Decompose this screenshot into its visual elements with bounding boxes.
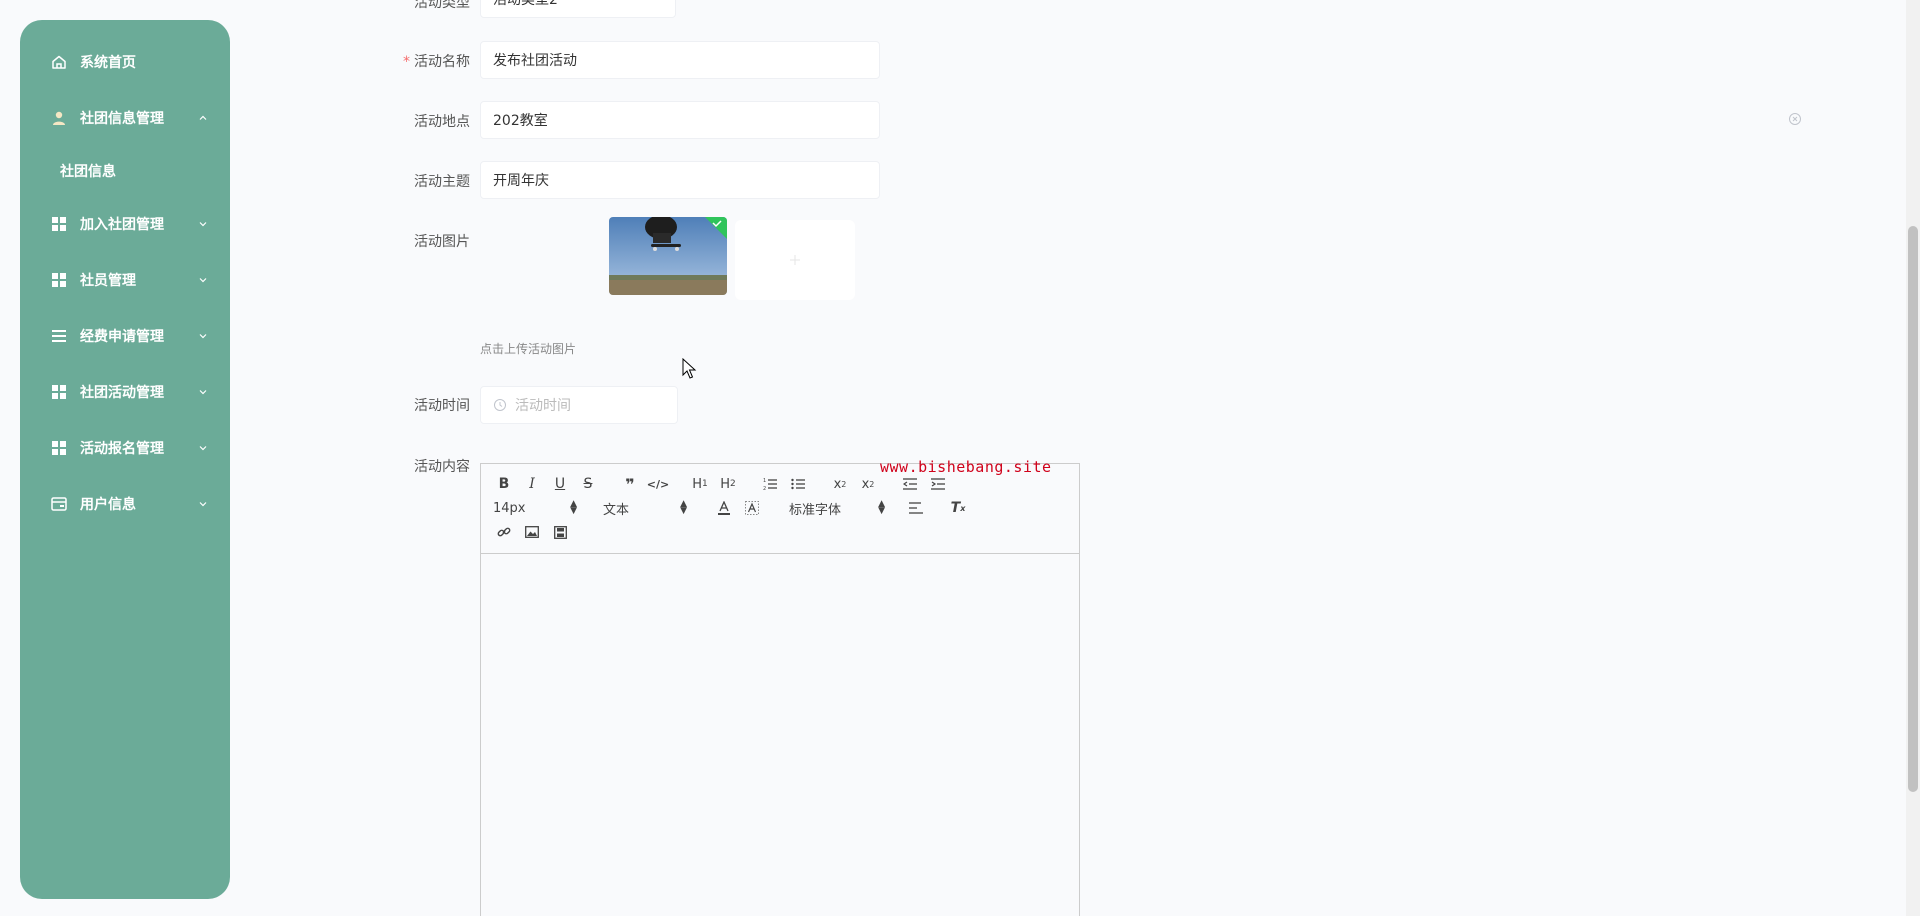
heading2-button[interactable]: H2 [717,473,739,495]
activity-name-value: 发布社团活动 [493,53,577,69]
page: 系统首页 社团信息管理 社团信息 加入社团管理 社员管理 经费申请管理 社团活动… [0,0,1920,916]
activity-location-label: 活动地点 [414,114,470,130]
align-left-icon[interactable] [905,497,927,519]
activity-type-label: 活动类型 [414,0,470,11]
required-mark: * [403,54,410,70]
blockquote-button[interactable]: ❞ [619,473,641,495]
font-color-icon[interactable] [713,497,735,519]
activity-theme-label: 活动主题 [414,174,470,190]
superscript-button[interactable]: x2 [857,473,879,495]
activity-time-placeholder: 活动时间 [515,398,571,414]
activity-theme-input[interactable]: 开周年庆 [480,161,880,199]
image-upload-trigger[interactable] [735,220,855,300]
uploaded-image-thumbnail[interactable] [609,217,727,295]
svg-text:2: 2 [763,486,766,491]
indent-icon[interactable] [927,473,949,495]
select-arrows-icon: ▲ ▼ [570,499,577,516]
font-size-value: 14px [493,500,526,516]
circle-close-icon[interactable] [1788,112,1802,126]
bold-button[interactable]: B [493,473,515,495]
italic-button[interactable]: I [521,473,543,495]
font-size-select[interactable]: 14px ▲ ▼ [493,497,577,519]
mouse-cursor-icon [682,358,697,379]
activity-name-input[interactable]: 发布社团活动 [480,41,880,79]
rich-text-editor: B I U S ❞ </> H1 H2 12 x 2 x 2 14px ▲ ▼ … [480,463,1080,916]
activity-content-label: 活动内容 [414,459,470,475]
activity-type-value: 活动类型2 [493,0,558,8]
editor-toolbar: B I U S ❞ </> H1 H2 12 x 2 x 2 14px ▲ ▼ … [481,464,1079,554]
activity-time-label: 活动时间 [414,398,470,414]
strikethrough-button[interactable]: S [577,473,599,495]
activity-type-select[interactable]: 活动类型2 [480,0,676,18]
select-arrows-icon: ▲ ▼ [680,499,687,516]
clear-format-button[interactable]: Tx [947,497,969,519]
scrollbar-thumb[interactable] [1908,226,1918,792]
activity-time-picker[interactable]: 活动时间 [480,386,678,424]
code-block-button[interactable]: </> [647,473,669,495]
svg-text:1: 1 [763,478,766,484]
ordered-list-icon[interactable]: 12 [759,473,781,495]
watermark-text: www.bishebang.site [880,458,1052,476]
bullet-list-icon[interactable] [787,473,809,495]
font-family-select[interactable]: 标准字体 ▲ ▼ [789,497,885,519]
header-value: 文本 [603,502,630,518]
plus-icon [790,255,800,265]
underline-button[interactable]: U [549,473,571,495]
link-icon[interactable] [493,521,515,543]
vertical-scrollbar[interactable] [1906,0,1920,916]
activity-location-value: 202教室 [493,113,548,129]
upload-tip: 点击上传活动图片 [480,342,577,356]
editor-content-area[interactable] [481,554,1079,916]
activity-name-label-text: 活动名称 [414,54,470,70]
header-select[interactable]: 文本 ▲ ▼ [603,497,687,519]
font-family-value: 标准字体 [789,502,842,518]
activity-form: 活动类型 活动类型2 * 活动名称 发布社团活动 活动地点 202教室 活动主题 … [0,0,1920,916]
activity-image-label: 活动图片 [414,234,470,250]
activity-theme-value: 开周年庆 [493,173,549,189]
background-color-icon[interactable] [741,497,763,519]
video-icon[interactable] [549,521,571,543]
skateboard-photo [609,217,727,295]
activity-name-label: * 活动名称 [340,51,470,71]
outdent-icon[interactable] [899,473,921,495]
clock-icon [494,399,506,411]
subscript-button[interactable]: x2 [829,473,851,495]
image-icon[interactable] [521,521,543,543]
select-arrows-icon: ▲ ▼ [878,499,885,516]
activity-location-input[interactable]: 202教室 [480,101,880,139]
heading1-button[interactable]: H1 [689,473,711,495]
